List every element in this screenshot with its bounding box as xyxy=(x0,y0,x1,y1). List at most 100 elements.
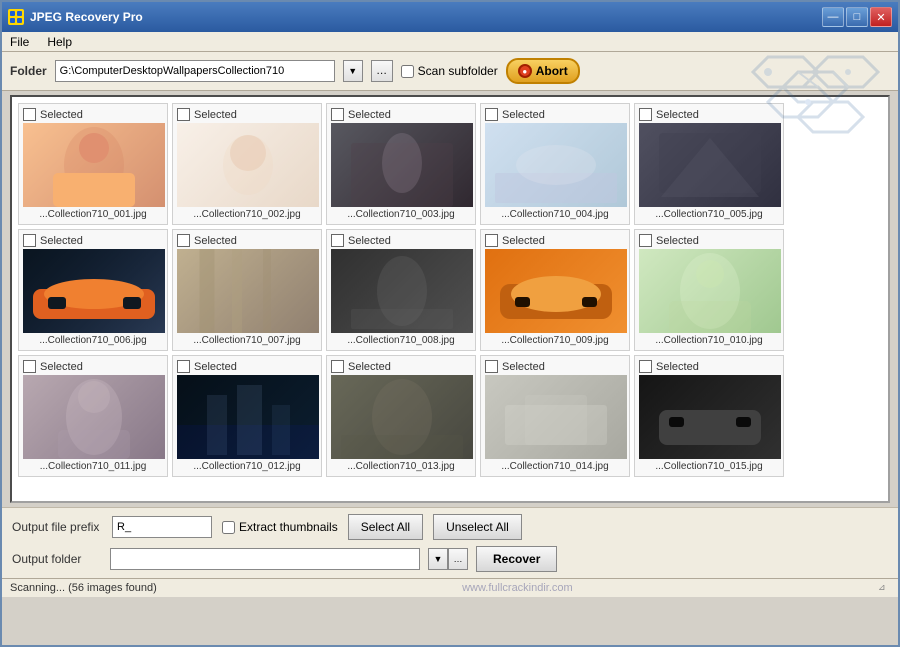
close-button[interactable]: ✕ xyxy=(870,7,892,27)
cell-checkbox-005[interactable] xyxy=(639,108,652,121)
cell-checkbox-001[interactable] xyxy=(23,108,36,121)
cell-selected-label: Selected xyxy=(656,109,699,121)
image-cell[interactable]: Selected ...Collection710_002.jpg xyxy=(172,103,322,225)
cell-checkbox-002[interactable] xyxy=(177,108,190,121)
unselect-all-button[interactable]: Unselect All xyxy=(433,514,522,540)
cell-image-014 xyxy=(485,375,627,459)
cell-selected-label: Selected xyxy=(40,235,83,247)
extract-thumbnails-label: Extract thumbnails xyxy=(222,520,338,534)
folder-input[interactable] xyxy=(55,60,335,82)
output-browse-button[interactable]: … xyxy=(448,548,468,570)
toolbar: Folder ▼ … Scan subfolder ● Abort xyxy=(2,52,898,91)
cell-checkbox-010[interactable] xyxy=(639,234,652,247)
menu-help[interactable]: Help xyxy=(43,34,76,50)
bottom-row-2: Output folder ▼ … Recover xyxy=(12,546,888,572)
extract-thumbnails-checkbox[interactable] xyxy=(222,521,235,534)
cell-filename-008: ...Collection710_008.jpg xyxy=(331,335,471,346)
minimize-button[interactable]: — xyxy=(822,7,844,27)
cell-image-003 xyxy=(331,123,473,207)
image-cell[interactable]: Selected ...Collection710_014.jpg xyxy=(480,355,630,477)
cell-filename-010: ...Collection710_010.jpg xyxy=(639,335,779,346)
cell-image-013 xyxy=(331,375,473,459)
cell-header: Selected xyxy=(331,234,471,247)
menu-bar: File Help xyxy=(2,32,898,52)
cell-filename-007: ...Collection710_007.jpg xyxy=(177,335,317,346)
cell-image-002 xyxy=(177,123,319,207)
image-cell[interactable]: Selected ...Collection710_005.jpg xyxy=(634,103,784,225)
window-controls: — □ ✕ xyxy=(822,7,892,27)
cell-checkbox-015[interactable] xyxy=(639,360,652,373)
cell-image-001 xyxy=(23,123,165,207)
cell-selected-label: Selected xyxy=(348,361,391,373)
cell-image-011 xyxy=(23,375,165,459)
image-cell[interactable]: Selected ...Collection710_003.jpg xyxy=(326,103,476,225)
cell-image-007 xyxy=(177,249,319,333)
scan-subfolder-checkbox[interactable] xyxy=(401,65,414,78)
image-cell[interactable]: Selected ...Collection710_015.jpg xyxy=(634,355,784,477)
cell-filename-014: ...Collection710_014.jpg xyxy=(485,461,625,472)
maximize-button[interactable]: □ xyxy=(846,7,868,27)
select-all-button[interactable]: Select All xyxy=(348,514,423,540)
cell-selected-label: Selected xyxy=(656,361,699,373)
app-window: JPEG Recovery Pro — □ ✕ File Help Folder… xyxy=(0,0,900,647)
image-cell[interactable]: Selected ...Collection710_012.jpg xyxy=(172,355,322,477)
abort-button[interactable]: ● Abort xyxy=(506,58,580,84)
browse-button[interactable]: … xyxy=(371,60,393,82)
cell-header: Selected xyxy=(23,234,163,247)
cell-selected-label: Selected xyxy=(40,361,83,373)
image-cell[interactable]: Selected ...Collection710_008.jpg xyxy=(326,229,476,351)
cell-image-008 xyxy=(331,249,473,333)
cell-filename-006: ...Collection710_006.jpg xyxy=(23,335,163,346)
image-cell[interactable]: Selected ...Collection710_001.jpg xyxy=(18,103,168,225)
cell-checkbox-012[interactable] xyxy=(177,360,190,373)
cell-selected-label: Selected xyxy=(194,235,237,247)
cell-image-005 xyxy=(639,123,781,207)
cell-selected-label: Selected xyxy=(502,361,545,373)
cell-checkbox-006[interactable] xyxy=(23,234,36,247)
folder-label: Folder xyxy=(10,64,47,78)
cell-header: Selected xyxy=(331,108,471,121)
app-title: JPEG Recovery Pro xyxy=(30,10,143,24)
recover-button[interactable]: Recover xyxy=(476,546,557,572)
folder-dropdown-button[interactable]: ▼ xyxy=(343,60,363,82)
cell-header: Selected xyxy=(177,108,317,121)
cell-image-009 xyxy=(485,249,627,333)
cell-filename-004: ...Collection710_004.jpg xyxy=(485,209,625,220)
cell-filename-012: ...Collection710_012.jpg xyxy=(177,461,317,472)
menu-file[interactable]: File xyxy=(6,34,33,50)
cell-header: Selected xyxy=(331,360,471,373)
output-prefix-label: Output file prefix xyxy=(12,520,102,534)
image-cell[interactable]: Selected ...Collection710_009.jpg xyxy=(480,229,630,351)
cell-checkbox-009[interactable] xyxy=(485,234,498,247)
watermark-text: www.fullcrackindir.com xyxy=(462,582,573,594)
image-cell[interactable]: Selected ...Collection710_013.jpg xyxy=(326,355,476,477)
cell-checkbox-013[interactable] xyxy=(331,360,344,373)
cell-selected-label: Selected xyxy=(348,109,391,121)
abort-icon: ● xyxy=(518,64,532,78)
cell-checkbox-008[interactable] xyxy=(331,234,344,247)
cell-filename-002: ...Collection710_002.jpg xyxy=(177,209,317,220)
image-grid[interactable]: Selected ...Collection710_001.jpg Select… xyxy=(10,95,890,503)
bottom-row-1: Output file prefix Extract thumbnails Se… xyxy=(12,514,888,540)
image-cell[interactable]: Selected ...Collection710_007.jpg xyxy=(172,229,322,351)
cell-checkbox-014[interactable] xyxy=(485,360,498,373)
image-cell[interactable]: Selected ...Collection710_004.jpg xyxy=(480,103,630,225)
cell-filename-013: ...Collection710_013.jpg xyxy=(331,461,471,472)
cell-checkbox-011[interactable] xyxy=(23,360,36,373)
image-cell[interactable]: Selected ...Collection710_006.jpg xyxy=(18,229,168,351)
cell-image-006 xyxy=(23,249,165,333)
cell-filename-001: ...Collection710_001.jpg xyxy=(23,209,163,220)
image-cell[interactable]: Selected ...Collection710_011.jpg xyxy=(18,355,168,477)
image-cell[interactable]: Selected ...Collection710_010.jpg xyxy=(634,229,784,351)
prefix-input[interactable] xyxy=(112,516,212,538)
cell-header: Selected xyxy=(639,108,779,121)
output-folder-input[interactable] xyxy=(110,548,420,570)
output-dropdown-button[interactable]: ▼ xyxy=(428,548,448,570)
cell-checkbox-007[interactable] xyxy=(177,234,190,247)
cell-checkbox-003[interactable] xyxy=(331,108,344,121)
cell-checkbox-004[interactable] xyxy=(485,108,498,121)
cell-header: Selected xyxy=(23,108,163,121)
cell-selected-label: Selected xyxy=(194,361,237,373)
cell-filename-005: ...Collection710_005.jpg xyxy=(639,209,779,220)
cell-selected-label: Selected xyxy=(502,109,545,121)
